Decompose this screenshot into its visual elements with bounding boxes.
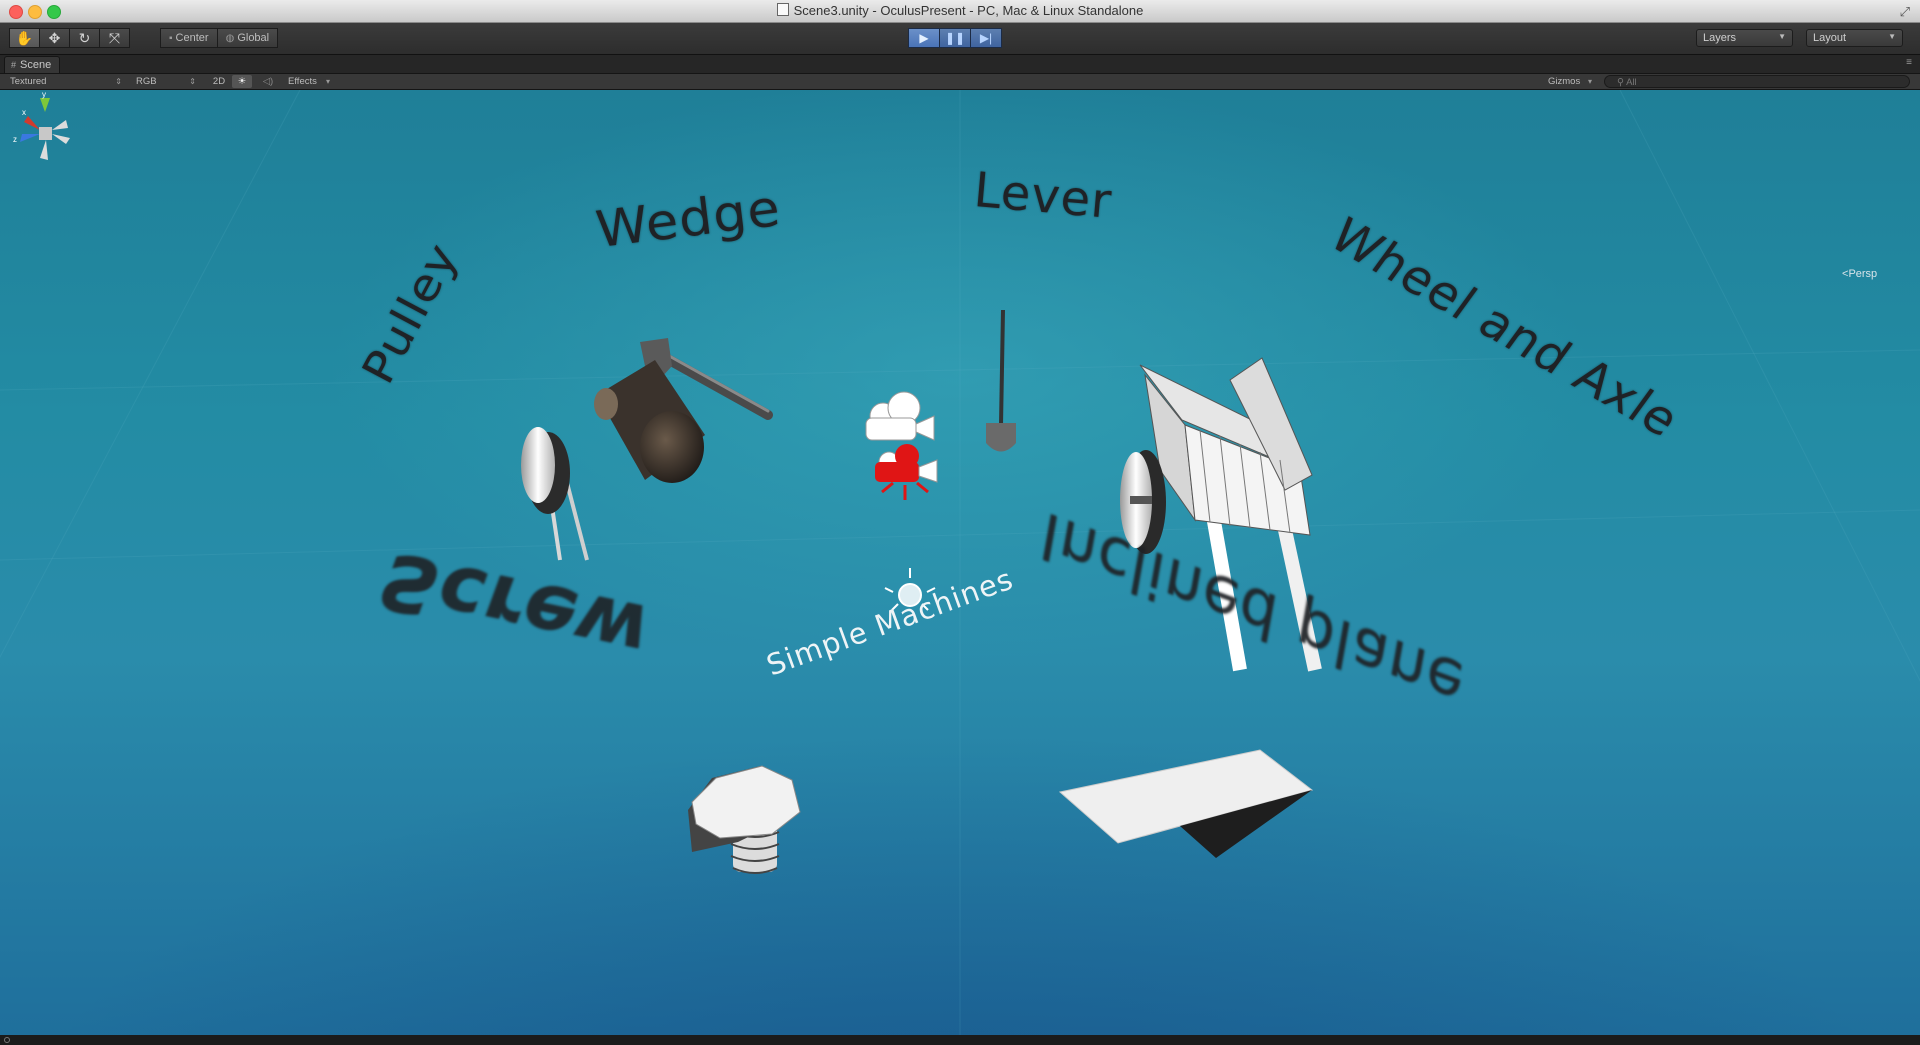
- main-toolbar: ✋ ✥ ↻ ⤧ ▪ Center ◍ Global ▶ ❚❚ ▶| Layers…: [0, 23, 1920, 55]
- pivot-icon: ▪: [169, 32, 173, 44]
- draw-mode-dropdown[interactable]: Textured ⇕: [10, 75, 122, 88]
- pause-button[interactable]: ❚❚: [939, 28, 971, 48]
- x-axis-cone[interactable]: [24, 116, 40, 130]
- layers-dropdown[interactable]: Layers ▼: [1696, 29, 1793, 47]
- speaker-icon: ◁): [262, 76, 274, 87]
- document-icon: [776, 3, 789, 16]
- chevron-down-icon: ▼: [1888, 32, 1896, 41]
- pivot-controls: ▪ Center ◍ Global: [160, 28, 279, 48]
- neg-x-axis-cone[interactable]: [52, 134, 70, 144]
- scale-icon: ⤧: [108, 29, 121, 46]
- scene-view-toolbar: Textured ⇕ RGB ⇕ 2D ☀ ◁) Effects ▾ Gizmo…: [0, 74, 1920, 90]
- step-button[interactable]: ▶|: [970, 28, 1002, 48]
- lever-label: Lever: [971, 162, 1115, 230]
- render-mode-label: RGB: [136, 76, 157, 87]
- chevron-down-icon: ▾: [325, 77, 330, 86]
- tab-menu-icon[interactable]: ≡: [1906, 57, 1912, 68]
- rotate-icon: ↻: [78, 29, 91, 46]
- sun-icon: ☀: [237, 76, 247, 87]
- globe-icon: ◍: [225, 32, 235, 44]
- y-axis-label: y: [42, 90, 46, 99]
- pivot-center-label: Center: [175, 32, 209, 44]
- pause-icon: ❚❚: [944, 31, 966, 45]
- effects-dropdown[interactable]: Effects ▾: [288, 75, 330, 88]
- status-indicator-icon: [4, 1037, 10, 1043]
- search-icon: ⚲: [1617, 77, 1624, 88]
- effects-label: Effects: [288, 76, 317, 87]
- scene-lighting-toggle[interactable]: ☀: [232, 75, 252, 88]
- draw-mode-label: Textured: [10, 76, 47, 87]
- hierarchy-search-input[interactable]: ⚲ All: [1604, 75, 1910, 88]
- z-axis-cone[interactable]: [20, 134, 40, 142]
- scene-objects: [0, 90, 1920, 1035]
- search-placeholder: All: [1626, 77, 1637, 88]
- fullscreen-icon[interactable]: ⤢: [1900, 4, 1910, 20]
- transform-tools: ✋ ✥ ↻ ⤧: [9, 28, 130, 48]
- scene-audio-toggle[interactable]: ◁): [260, 75, 276, 88]
- layout-label: Layout: [1813, 32, 1847, 44]
- pivot-global-button[interactable]: ◍ Global: [216, 28, 279, 48]
- 2d-label: 2D: [212, 76, 226, 87]
- pivot-center-button[interactable]: ▪ Center: [160, 28, 218, 48]
- tab-bar: # Scene ≡: [0, 55, 1920, 74]
- gizmo-center-cube[interactable]: [39, 127, 52, 140]
- neg-y-axis-cone[interactable]: [40, 140, 48, 160]
- layout-dropdown[interactable]: Layout ▼: [1806, 29, 1903, 47]
- inclined-plane-model[interactable]: [1058, 749, 1314, 858]
- lever-model[interactable]: [986, 309, 1016, 452]
- 2d-toggle[interactable]: 2D: [210, 75, 228, 88]
- chevron-down-icon: ▾: [1587, 77, 1592, 86]
- hand-icon: ✋: [15, 29, 34, 46]
- window-title-text: Scene3.unity - OculusPresent - PC, Mac &…: [793, 3, 1144, 18]
- step-icon: ▶|: [979, 31, 993, 45]
- scene-grid: [0, 90, 1920, 1035]
- camera-gizmo-icon[interactable]: [865, 391, 938, 500]
- play-icon: ▶: [919, 31, 929, 45]
- screw-model[interactable]: [688, 765, 801, 874]
- hand-tool-button[interactable]: ✋: [9, 28, 40, 48]
- layers-label: Layers: [1703, 32, 1737, 44]
- x-axis-label: x: [22, 108, 26, 117]
- updown-arrow-icon: ⇕: [189, 77, 196, 86]
- rotate-tool-button[interactable]: ↻: [69, 28, 100, 48]
- play-controls: ▶ ❚❚ ▶|: [908, 28, 1002, 48]
- grid-icon: #: [11, 60, 17, 70]
- orientation-gizmo[interactable]: y x z: [0, 90, 90, 180]
- move-icon: ✥: [48, 29, 61, 46]
- tab-scene[interactable]: # Scene: [4, 56, 61, 73]
- wedge-model[interactable]: [594, 338, 773, 483]
- status-bar: [0, 1035, 1920, 1045]
- y-axis-cone[interactable]: [40, 98, 50, 112]
- play-button[interactable]: ▶: [908, 28, 940, 48]
- pulley-model[interactable]: [521, 427, 589, 561]
- pivot-global-label: Global: [237, 32, 270, 44]
- window-title: Scene3.unity - OculusPresent - PC, Mac &…: [0, 3, 1920, 18]
- move-tool-button[interactable]: ✥: [39, 28, 70, 48]
- projection-label: Persp: [1848, 268, 1878, 280]
- title-bar: Scene3.unity - OculusPresent - PC, Mac &…: [0, 0, 1920, 23]
- gizmos-label: Gizmos: [1548, 76, 1581, 87]
- scene-tab-label: Scene: [20, 59, 52, 71]
- updown-arrow-icon: ⇕: [115, 77, 122, 86]
- chevron-down-icon: ▼: [1778, 32, 1786, 41]
- projection-toggle[interactable]: <Persp: [1842, 268, 1877, 280]
- gizmos-dropdown[interactable]: Gizmos ▾: [1548, 75, 1592, 88]
- render-mode-dropdown[interactable]: RGB ⇕: [136, 75, 196, 88]
- z-axis-label: z: [13, 135, 17, 144]
- scale-tool-button[interactable]: ⤧: [99, 28, 130, 48]
- neg-z-axis-cone[interactable]: [52, 120, 68, 130]
- scene-viewport[interactable]: Wedge Lever Pulley Wheel and Axle Screw …: [0, 90, 1920, 1035]
